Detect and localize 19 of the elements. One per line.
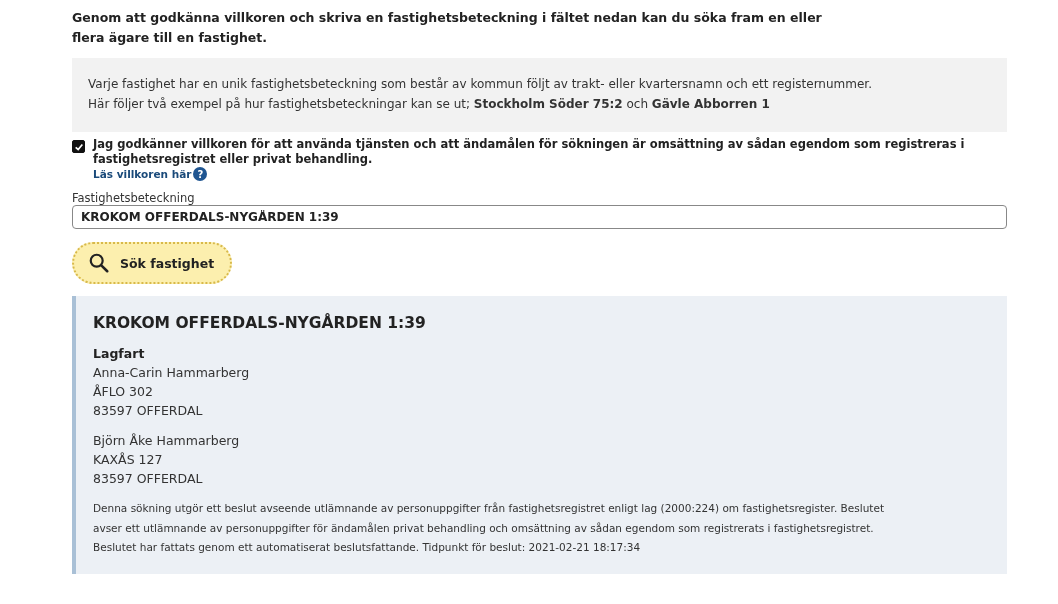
owner-line: Björn Åke Hammarberg (93, 432, 241, 450)
property-field[interactable]: KROKOM OFFERDALS-NYGÅRDEN 1:39 (72, 205, 1007, 229)
owner-line: KAXÅS 127 (93, 451, 164, 469)
owner-line: 83597 OFFERDAL (93, 402, 204, 420)
help-icon[interactable]: ? (193, 167, 208, 181)
info-text: Varje fastighet har en unik fastighetsbeteckning som består av kommun följt av trakt- eller kvartersnamn och ett registernummer. Här följer två exempel på hur fastighetsbeteckningar kan se ut; Stockholm Söder 75:2 och Gävle Abborren 1 (88, 76, 873, 113)
notice-text: Denna sökning utgör ett beslut avseende utlämnande av personuppgifter från fastighetsregistret enligt lag (2000:224) om fastighetsregister. Beslutet avser ett utlämnande av personuppgifter för ändamålen privat behandling och omsättning av sådan egendom som registrerats i fastighetsregistret. Beslutet har fattats genom ett automatiserat beslutsfattande. Tidpunkt för beslut: 2021-02-21 18:17:34 (93, 501, 885, 555)
terms-link[interactable]: Läs villkoren här (93, 168, 192, 180)
intro-text: Genom att godkänna villkoren och skriva en fastighetsbeteckning i fältet nedan kan du söka fram en eller flera ägare till en fastighet. (72, 9, 823, 47)
consent-label: Jag godkänner villkoren för att använda tjänsten och att ändamålen för sökningen är omsättning av sådan egendom som registreras i fastighetsregistret eller privat behandling. (93, 137, 966, 167)
search-button[interactable]: Sök fastighet (72, 242, 233, 284)
search-icon (88, 252, 110, 274)
result-title: KROKOM OFFERDALS-NYGÅRDEN 1:39 (93, 314, 427, 332)
owner-line: ÅFLO 302 (93, 383, 154, 401)
consent-checkbox[interactable] (72, 140, 85, 153)
owner-line: Anna-Carin Hammarberg (93, 364, 251, 382)
section-heading: Lagfart (93, 345, 146, 363)
field-label: Fastighetsbeteckning (72, 191, 196, 205)
owner-line: 83597 OFFERDAL (93, 470, 204, 488)
